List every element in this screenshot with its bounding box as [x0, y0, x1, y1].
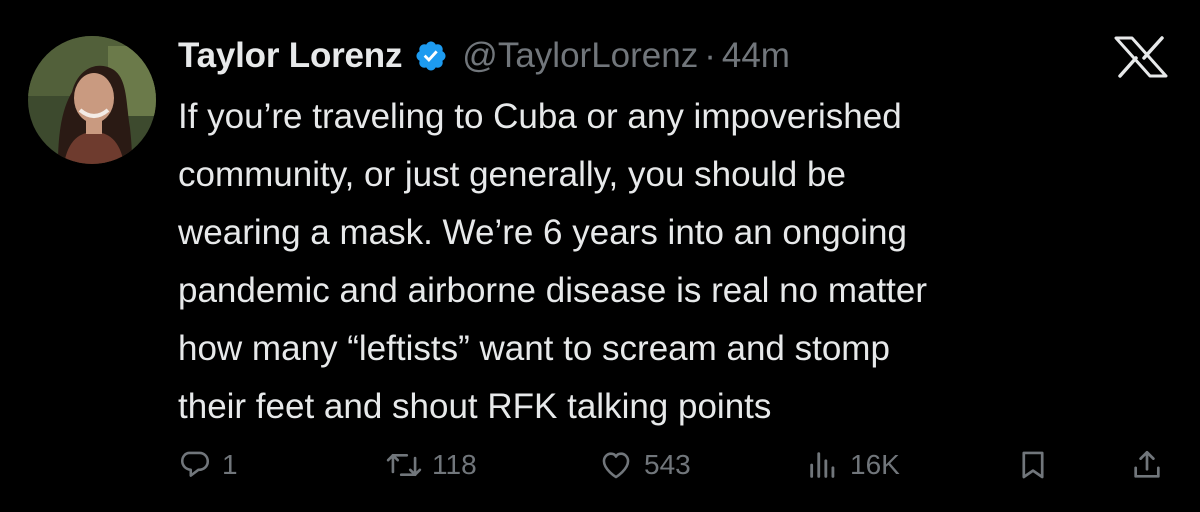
verified-badge-icon	[414, 39, 448, 73]
like-button[interactable]: 543	[598, 440, 691, 490]
repost-count: 118	[432, 449, 477, 480]
x-logo-icon	[1114, 36, 1168, 78]
like-count: 543	[644, 449, 691, 480]
action-bar: 1 118 543 16K	[0, 440, 1200, 490]
repost-button[interactable]: 118	[386, 440, 477, 490]
avatar[interactable]	[28, 36, 156, 164]
tweet-text-line: If you’re traveling to Cuba or any impov…	[178, 97, 902, 136]
tweet-card: Taylor Lorenz @TaylorLorenz · 44m If you…	[0, 0, 1200, 512]
tweet-header: Taylor Lorenz @TaylorLorenz · 44m	[178, 28, 790, 84]
views-button[interactable]: 16K	[806, 440, 900, 490]
tweet-text-line: how many “leftists” want to scream and s…	[178, 329, 890, 368]
share-icon	[1130, 447, 1164, 483]
share-button[interactable]	[1130, 440, 1164, 490]
reply-icon	[178, 448, 212, 482]
reply-button[interactable]: 1	[178, 440, 238, 490]
tweet-text-line: community, or just generally, you should…	[178, 155, 846, 194]
bookmark-button[interactable]	[1016, 440, 1050, 490]
reply-count: 1	[222, 449, 238, 480]
views-count: 16K	[850, 449, 900, 480]
separator-dot: ·	[704, 36, 716, 75]
bookmark-icon	[1016, 447, 1050, 483]
tweet-text-line: pandemic and airborne disease is real no…	[178, 271, 928, 310]
display-name[interactable]: Taylor Lorenz	[178, 36, 402, 76]
heart-icon	[598, 448, 634, 482]
repost-icon	[386, 448, 422, 482]
tweet-text-line: their feet and shout RFK talking points	[178, 387, 772, 426]
views-icon	[806, 448, 840, 482]
tweet-text: If you’re traveling to Cuba or any impov…	[178, 88, 1168, 436]
timestamp[interactable]: 44m	[722, 36, 790, 76]
tweet-text-line: wearing a mask. We’re 6 years into an on…	[178, 213, 907, 252]
handle[interactable]: @TaylorLorenz	[462, 36, 698, 76]
